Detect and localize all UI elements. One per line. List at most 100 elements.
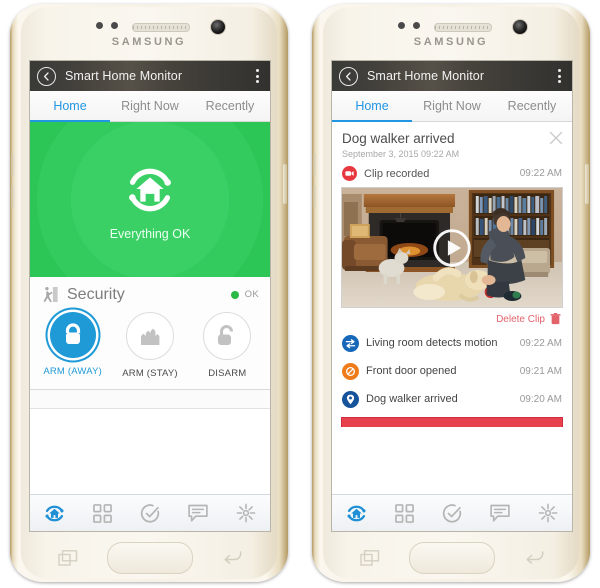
tab-recently[interactable]: Recently bbox=[492, 91, 572, 121]
bottom-nav-left bbox=[30, 494, 270, 531]
power-button[interactable] bbox=[283, 164, 287, 204]
activity-item[interactable]: Dog walker arrived 09:20 AM bbox=[332, 385, 572, 413]
device-brand: SAMSUNG bbox=[111, 36, 187, 48]
mode-arm-away[interactable]: ARM (AWAY) bbox=[34, 312, 111, 379]
message-bubble-icon bbox=[490, 504, 510, 522]
tab-bar: Home Right Now Recently bbox=[30, 91, 270, 122]
activity-label: Living room detects motion bbox=[366, 337, 498, 349]
app-bar: Smart Home Monitor bbox=[332, 61, 572, 91]
app-title: Smart Home Monitor bbox=[367, 69, 485, 83]
home-monitor-icon bbox=[44, 505, 64, 521]
phone-top-hardware bbox=[312, 14, 590, 36]
front-camera-icon bbox=[512, 19, 528, 35]
nav-home-monitor[interactable] bbox=[30, 503, 78, 524]
app-bar: Smart Home Monitor bbox=[30, 61, 270, 91]
back-chevron-circle-icon[interactable] bbox=[37, 66, 56, 86]
nav-messages[interactable] bbox=[174, 504, 222, 523]
security-title: Security bbox=[67, 285, 125, 303]
nav-automations[interactable] bbox=[222, 503, 270, 523]
mode-disarm[interactable]: DISARM bbox=[189, 312, 266, 379]
overflow-menu-icon[interactable] bbox=[558, 69, 561, 83]
screen-right: Smart Home Monitor Home Right Now Recent… bbox=[331, 60, 573, 532]
power-button[interactable] bbox=[585, 164, 589, 204]
mode-arm-stay-label: ARM (STAY) bbox=[122, 368, 178, 379]
mode-arm-stay[interactable]: ARM (STAY) bbox=[111, 312, 188, 379]
video-camera-icon bbox=[342, 166, 357, 181]
home-key[interactable] bbox=[107, 542, 193, 574]
clip-video-thumbnail[interactable] bbox=[341, 187, 563, 308]
delete-clip-label: Delete Clip bbox=[496, 313, 545, 325]
event-subtitle: September 3, 2015 09:22 AM bbox=[342, 149, 460, 159]
nav-tiles[interactable] bbox=[380, 503, 428, 523]
motion-sensor-icon bbox=[342, 334, 359, 352]
home-monitor-icon bbox=[346, 505, 366, 521]
trash-can-icon[interactable] bbox=[550, 313, 561, 325]
tab-home[interactable]: Home bbox=[332, 91, 412, 121]
light-sensor-icon bbox=[413, 22, 420, 29]
nav-routines[interactable] bbox=[428, 503, 476, 524]
location-pin-icon bbox=[342, 390, 359, 408]
event-header: Dog walker arrived September 3, 2015 09:… bbox=[332, 122, 572, 163]
front-camera-icon bbox=[210, 19, 226, 35]
card-filler bbox=[30, 390, 270, 409]
delete-clip-row[interactable]: Delete Clip bbox=[332, 308, 572, 329]
proximity-sensor-icon bbox=[96, 22, 103, 29]
home-shield-refresh-icon bbox=[129, 168, 171, 211]
tab-right-now[interactable]: Right Now bbox=[412, 91, 492, 121]
activity-item[interactable]: Front door opened 09:21 AM bbox=[332, 357, 572, 385]
volume-up-button[interactable] bbox=[313, 154, 317, 176]
nav-automations[interactable] bbox=[524, 503, 572, 523]
recents-icon[interactable] bbox=[360, 550, 380, 566]
mode-arm-away-label: ARM (AWAY) bbox=[43, 366, 102, 377]
overflow-menu-icon[interactable] bbox=[256, 69, 259, 83]
phone-body: SAMSUNG Smart Home Monitor Home Right No… bbox=[10, 4, 288, 582]
check-circle-icon bbox=[442, 503, 461, 523]
phone-right: SAMSUNG Smart Home Monitor Home Right No… bbox=[304, 4, 598, 584]
phone-top-hardware bbox=[10, 14, 288, 36]
back-key-icon[interactable] bbox=[524, 550, 544, 566]
tab-right-now[interactable]: Right Now bbox=[110, 91, 190, 121]
clip-recorded-row: Clip recorded 09:22 AM bbox=[332, 163, 572, 187]
activity-label: Dog walker arrived bbox=[366, 393, 458, 405]
alert-banner[interactable] bbox=[341, 417, 563, 427]
back-chevron-circle-icon[interactable] bbox=[339, 66, 358, 86]
activity-time: 09:22 AM bbox=[519, 337, 562, 349]
activity-item[interactable]: Living room detects motion 09:22 AM bbox=[332, 329, 572, 357]
volume-down-button[interactable] bbox=[11, 186, 15, 208]
security-status: OK bbox=[230, 289, 259, 300]
recents-icon[interactable] bbox=[58, 550, 78, 566]
phone-body: SAMSUNG Smart Home Monitor Home Right No… bbox=[312, 4, 590, 582]
mode-disarm-label: DISARM bbox=[208, 368, 247, 379]
sun-burst-icon bbox=[538, 503, 558, 523]
screen-left: Smart Home Monitor Home Right Now Recent… bbox=[29, 60, 271, 532]
message-bubble-icon bbox=[188, 504, 208, 522]
app-title: Smart Home Monitor bbox=[65, 69, 183, 83]
nav-tiles[interactable] bbox=[78, 503, 126, 523]
volume-up-button[interactable] bbox=[11, 154, 15, 176]
home-key[interactable] bbox=[409, 542, 495, 574]
event-title: Dog walker arrived bbox=[342, 131, 455, 146]
nav-messages[interactable] bbox=[476, 504, 524, 523]
volume-down-button[interactable] bbox=[313, 186, 317, 208]
security-card: Security OK ARM (AWAY) ARM (STAY) DISARM bbox=[30, 277, 270, 390]
nav-routines[interactable] bbox=[126, 503, 174, 524]
device-brand: SAMSUNG bbox=[413, 36, 489, 48]
person-exit-door-icon bbox=[43, 286, 58, 303]
check-circle-icon bbox=[140, 503, 159, 523]
earpiece-speaker bbox=[132, 23, 190, 32]
grid-tiles-icon bbox=[92, 503, 112, 523]
back-key-icon[interactable] bbox=[222, 550, 242, 566]
play-button-icon[interactable] bbox=[432, 228, 472, 268]
tab-home[interactable]: Home bbox=[30, 91, 110, 121]
close-x-icon[interactable] bbox=[549, 131, 563, 145]
nav-home-monitor[interactable] bbox=[332, 503, 380, 524]
grid-tiles-icon bbox=[394, 503, 414, 523]
hero-status-label: Everything OK bbox=[109, 226, 191, 241]
activity-time: 09:20 AM bbox=[519, 393, 562, 405]
tab-recently[interactable]: Recently bbox=[190, 91, 270, 121]
activity-time: 09:21 AM bbox=[519, 365, 562, 377]
screenshot-canvas: SAMSUNG Smart Home Monitor Home Right No… bbox=[0, 0, 600, 588]
light-sensor-icon bbox=[111, 22, 118, 29]
tab-bar: Home Right Now Recently bbox=[332, 91, 572, 122]
phone-left: SAMSUNG Smart Home Monitor Home Right No… bbox=[2, 4, 296, 584]
